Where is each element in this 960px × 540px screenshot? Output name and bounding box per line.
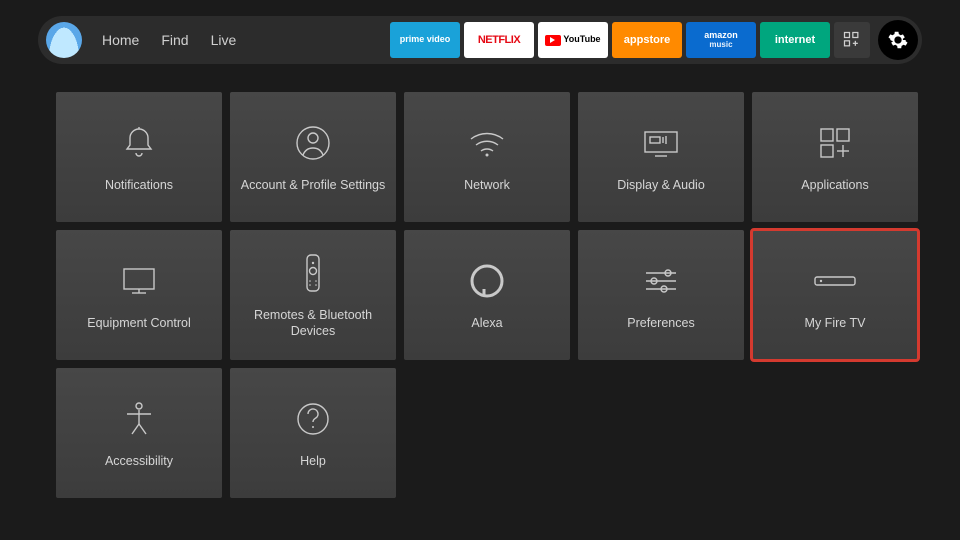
alexa-label: Alexa	[471, 315, 502, 331]
app-prime-label: prime video	[400, 35, 451, 45]
notifications-label: Notifications	[105, 177, 173, 193]
settings-grid: Notifications Account & Profile Settings…	[56, 92, 920, 498]
preferences-label: Preferences	[627, 315, 694, 331]
tile-alexa[interactable]: Alexa	[404, 230, 570, 360]
monitor-icon	[120, 259, 158, 303]
app-shortcuts: prime video NETFLIX YouTube appstore ama…	[390, 20, 918, 60]
app-internet[interactable]: internet	[760, 22, 830, 58]
remotes-label: Remotes & Bluetooth Devices	[238, 307, 388, 340]
top-navigation-bar: Home Find Live prime video NETFLIX YouTu…	[38, 16, 922, 64]
tile-preferences[interactable]: Preferences	[578, 230, 744, 360]
app-netflix[interactable]: NETFLIX	[464, 22, 534, 58]
tile-network[interactable]: Network	[404, 92, 570, 222]
remote-icon	[303, 251, 323, 295]
youtube-inner: YouTube	[545, 35, 600, 46]
apps-grid-icon	[842, 30, 862, 50]
app-prime-video[interactable]: prime video	[390, 22, 460, 58]
app-amazon-music[interactable]: amazon music	[686, 22, 756, 58]
wifi-icon	[467, 121, 507, 165]
account-label: Account & Profile Settings	[241, 177, 386, 193]
applications-label: Applications	[801, 177, 868, 193]
app-youtube[interactable]: YouTube	[538, 22, 608, 58]
tile-accessibility[interactable]: Accessibility	[56, 368, 222, 498]
bell-icon	[122, 121, 156, 165]
network-label: Network	[464, 177, 510, 193]
sliders-icon	[642, 259, 680, 303]
app-appstore[interactable]: appstore	[612, 22, 682, 58]
gear-icon	[887, 29, 909, 51]
help-icon	[295, 397, 331, 441]
accessibility-label: Accessibility	[105, 453, 173, 469]
all-apps-button[interactable]	[834, 22, 870, 58]
tile-equipment-control[interactable]: Equipment Control	[56, 230, 222, 360]
apps-icon	[817, 121, 853, 165]
tile-notifications[interactable]: Notifications	[56, 92, 222, 222]
equipment-label: Equipment Control	[87, 315, 191, 331]
tile-remotes-bluetooth[interactable]: Remotes & Bluetooth Devices	[230, 230, 396, 360]
accessibility-icon	[121, 397, 157, 441]
profile-avatar[interactable]	[46, 22, 82, 58]
display-label: Display & Audio	[617, 177, 705, 193]
help-label: Help	[300, 453, 326, 469]
youtube-label: YouTube	[563, 35, 600, 45]
alexa-icon	[469, 259, 505, 303]
settings-button[interactable]	[878, 20, 918, 60]
music-label-2: music	[704, 41, 738, 50]
tile-my-fire-tv[interactable]: My Fire TV	[752, 230, 918, 360]
youtube-play-icon	[545, 35, 561, 46]
tv-audio-icon	[641, 121, 681, 165]
person-icon	[295, 121, 331, 165]
nav-live[interactable]: Live	[211, 32, 237, 48]
device-icon	[813, 259, 857, 303]
tile-account-profile[interactable]: Account & Profile Settings	[230, 92, 396, 222]
tile-help[interactable]: Help	[230, 368, 396, 498]
tile-applications[interactable]: Applications	[752, 92, 918, 222]
nav-home[interactable]: Home	[102, 32, 139, 48]
tile-display-audio[interactable]: Display & Audio	[578, 92, 744, 222]
myfiretv-label: My Fire TV	[805, 315, 866, 331]
nav-find[interactable]: Find	[161, 32, 188, 48]
primary-nav: Home Find Live	[102, 32, 236, 48]
